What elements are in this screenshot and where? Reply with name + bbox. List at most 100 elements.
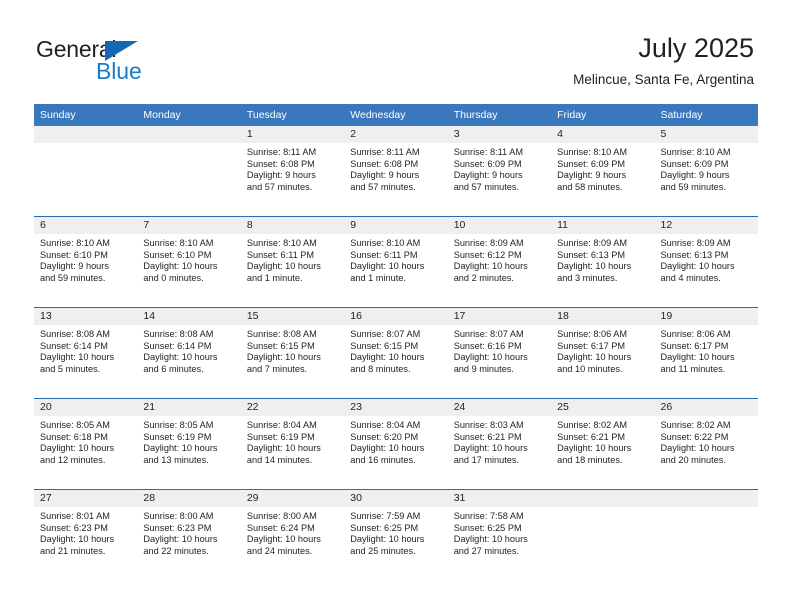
- sunset-time: Sunset: 6:18 PM: [40, 431, 108, 442]
- calendar-empty-cell: [34, 126, 138, 217]
- sunrise-time: Sunrise: 8:05 AM: [40, 420, 110, 430]
- calendar-body: 1 Sunrise: 8:11 AM Sunset: 6:08 PM Daylight…: [34, 126, 758, 580]
- sunset-time: Sunset: 6:19 PM: [246, 431, 315, 442]
- sunset-time: Sunset: 6:14 PM: [40, 340, 108, 351]
- calendar-day-cell[interactable]: 15 Sunrise: 8:08 AM Sunset: 6:15 PM Dayligh…: [240, 307, 345, 399]
- day-cell-inner: 10 Sunrise: 8:09 AM Sunset: 6:12 PM Dayligh…: [447, 217, 552, 307]
- daylight-duration-line1: Daylight: 10 hours: [350, 352, 425, 363]
- daylight-duration-line1: Daylight: 10 hours: [350, 534, 425, 545]
- calendar-day-cell[interactable]: 23 Sunrise: 8:04 AM Sunset: 6:20 PM Dayligh…: [344, 398, 448, 490]
- daylight-duration-line2: and 57 minutes.: [350, 181, 416, 192]
- daylight-duration-line1: Daylight: 10 hours: [557, 352, 632, 363]
- day-cell-inner: 7 Sunrise: 8:10 AM Sunset: 6:10 PM Daylight…: [137, 217, 241, 307]
- day-number: 19: [654, 308, 758, 325]
- sunrise-time: Sunrise: 8:01 AM: [40, 511, 110, 521]
- daylight-duration-line1: Daylight: 9 hours: [246, 170, 316, 181]
- calendar-day-cell[interactable]: 29 Sunrise: 8:00 AM Sunset: 6:24 PM Dayligh…: [240, 489, 345, 580]
- sunset-time: Sunset: 6:21 PM: [453, 431, 522, 442]
- day-number: 25: [551, 399, 655, 416]
- daylight-duration-line1: Daylight: 10 hours: [350, 443, 425, 454]
- calendar-day-cell[interactable]: 7 Sunrise: 8:10 AM Sunset: 6:10 PM Daylight…: [137, 216, 241, 308]
- day-number: 12: [654, 217, 758, 234]
- daylight-duration-line1: Daylight: 9 hours: [453, 170, 523, 181]
- sunset-time: Sunset: 6:22 PM: [660, 431, 729, 442]
- daylight-duration-line2: and 59 minutes.: [660, 181, 726, 192]
- sunset-time: Sunset: 6:09 PM: [453, 158, 522, 169]
- day-details: Sunrise: 8:10 AM Sunset: 6:09 PM Daylight:…: [655, 143, 758, 193]
- day-cell-inner: 15 Sunrise: 8:08 AM Sunset: 6:15 PM Dayligh…: [240, 308, 345, 398]
- calendar-day-cell[interactable]: 27 Sunrise: 8:01 AM Sunset: 6:23 PM Dayligh…: [34, 489, 138, 580]
- calendar-day-cell[interactable]: 26 Sunrise: 8:02 AM Sunset: 6:22 PM Dayligh…: [654, 398, 758, 490]
- day-cell-inner: 2 Sunrise: 8:11 AM Sunset: 6:08 PM Daylight…: [344, 126, 448, 216]
- calendar-day-cell[interactable]: 5 Sunrise: 8:10 AM Sunset: 6:09 PM Daylight…: [654, 126, 758, 217]
- calendar-day-cell[interactable]: 20 Sunrise: 8:05 AM Sunset: 6:18 PM Dayligh…: [34, 398, 138, 490]
- day-cell-inner: 5 Sunrise: 8:10 AM Sunset: 6:09 PM Daylight…: [654, 126, 758, 216]
- sunset-time: Sunset: 6:09 PM: [660, 158, 729, 169]
- calendar-day-cell[interactable]: 3 Sunrise: 8:11 AM Sunset: 6:09 PM Daylight…: [447, 126, 552, 217]
- sunrise-time: Sunrise: 8:02 AM: [660, 420, 731, 430]
- weekday-header-saturday: Saturday: [654, 104, 758, 126]
- calendar-day-cell[interactable]: 30 Sunrise: 7:59 AM Sunset: 6:25 PM Dayligh…: [344, 489, 448, 580]
- calendar-day-cell[interactable]: 16 Sunrise: 8:07 AM Sunset: 6:15 PM Dayligh…: [344, 307, 448, 399]
- day-cell-inner: 20 Sunrise: 8:05 AM Sunset: 6:18 PM Dayligh…: [34, 399, 138, 489]
- day-cell-inner: 27 Sunrise: 8:01 AM Sunset: 6:23 PM Dayligh…: [34, 490, 138, 580]
- day-details: Sunrise: 8:05 AM Sunset: 6:19 PM Daylight:…: [137, 416, 240, 466]
- day-cell-inner: 6 Sunrise: 8:10 AM Sunset: 6:10 PM Daylight…: [34, 217, 138, 307]
- page-header: General Blue July 2025 Melincue, Santa F…: [0, 0, 792, 104]
- general-blue-logo: General Blue: [36, 36, 276, 90]
- day-details: Sunrise: 8:01 AM Sunset: 6:23 PM Daylight:…: [34, 507, 137, 557]
- calendar-day-cell[interactable]: 14 Sunrise: 8:08 AM Sunset: 6:14 PM Dayligh…: [137, 307, 241, 399]
- day-details: Sunrise: 8:10 AM Sunset: 6:11 PM Daylight:…: [241, 234, 344, 284]
- day-cell-inner: 14 Sunrise: 8:08 AM Sunset: 6:14 PM Dayligh…: [137, 308, 241, 398]
- calendar-day-cell[interactable]: 2 Sunrise: 8:11 AM Sunset: 6:08 PM Daylight…: [344, 126, 448, 217]
- daylight-duration-line1: Daylight: 10 hours: [246, 443, 321, 454]
- calendar-day-cell[interactable]: 25 Sunrise: 8:02 AM Sunset: 6:21 PM Dayligh…: [551, 398, 655, 490]
- daylight-duration-line2: and 5 minutes.: [40, 363, 101, 374]
- daylight-duration-line2: and 57 minutes.: [246, 181, 313, 192]
- day-cell-inner: 3 Sunrise: 8:11 AM Sunset: 6:09 PM Daylight…: [447, 126, 552, 216]
- sunrise-time: Sunrise: 8:08 AM: [246, 329, 317, 339]
- day-number: 7: [137, 217, 241, 234]
- calendar-day-cell[interactable]: 31 Sunrise: 7:58 AM Sunset: 6:25 PM Dayligh…: [447, 489, 552, 580]
- day-number: 1: [240, 126, 345, 143]
- sunset-time: Sunset: 6:11 PM: [246, 249, 315, 260]
- sunrise-time: Sunrise: 8:10 AM: [246, 238, 317, 248]
- daylight-duration-line2: and 11 minutes.: [660, 363, 726, 374]
- calendar-day-cell[interactable]: 21 Sunrise: 8:05 AM Sunset: 6:19 PM Dayligh…: [137, 398, 241, 490]
- calendar-day-cell[interactable]: 10 Sunrise: 8:09 AM Sunset: 6:12 PM Dayligh…: [447, 216, 552, 308]
- day-number: 10: [447, 217, 552, 234]
- calendar-day-cell[interactable]: 9 Sunrise: 8:10 AM Sunset: 6:11 PM Daylight…: [344, 216, 448, 308]
- day-number: 13: [34, 308, 138, 325]
- weekday-header-sunday: Sunday: [34, 104, 138, 126]
- calendar-day-cell[interactable]: 24 Sunrise: 8:03 AM Sunset: 6:21 PM Dayligh…: [447, 398, 552, 490]
- daylight-duration-line2: and 21 minutes.: [40, 545, 106, 556]
- day-number: 18: [551, 308, 655, 325]
- calendar-day-cell[interactable]: 6 Sunrise: 8:10 AM Sunset: 6:10 PM Daylight…: [34, 216, 138, 308]
- calendar-day-cell[interactable]: 19 Sunrise: 8:06 AM Sunset: 6:17 PM Dayligh…: [654, 307, 758, 399]
- calendar-week-row: 27 Sunrise: 8:01 AM Sunset: 6:23 PM Dayligh…: [34, 489, 758, 580]
- day-cell-inner: 22 Sunrise: 8:04 AM Sunset: 6:19 PM Dayligh…: [240, 399, 345, 489]
- calendar-day-cell[interactable]: 8 Sunrise: 8:10 AM Sunset: 6:11 PM Daylight…: [240, 216, 345, 308]
- calendar-day-cell[interactable]: 22 Sunrise: 8:04 AM Sunset: 6:19 PM Dayligh…: [240, 398, 345, 490]
- daylight-duration-line1: Daylight: 10 hours: [143, 534, 218, 545]
- daylight-duration-line1: Daylight: 9 hours: [557, 170, 627, 181]
- calendar-day-cell[interactable]: 18 Sunrise: 8:06 AM Sunset: 6:17 PM Dayligh…: [551, 307, 655, 399]
- sunrise-time: Sunrise: 8:04 AM: [246, 420, 317, 430]
- calendar-day-cell[interactable]: 28 Sunrise: 8:00 AM Sunset: 6:23 PM Dayligh…: [137, 489, 241, 580]
- day-cell-inner: [654, 490, 758, 580]
- sunrise-time: Sunrise: 8:03 AM: [453, 420, 524, 430]
- daylight-duration-line2: and 59 minutes.: [40, 272, 106, 283]
- calendar-day-cell[interactable]: 4 Sunrise: 8:10 AM Sunset: 6:09 PM Daylight…: [551, 126, 655, 217]
- daylight-duration-line1: Daylight: 10 hours: [660, 261, 735, 272]
- calendar-day-cell[interactable]: 12 Sunrise: 8:09 AM Sunset: 6:13 PM Dayligh…: [654, 216, 758, 308]
- calendar-day-cell[interactable]: 17 Sunrise: 8:07 AM Sunset: 6:16 PM Dayligh…: [447, 307, 552, 399]
- sunrise-time: Sunrise: 8:10 AM: [557, 147, 628, 157]
- calendar-day-cell[interactable]: 13 Sunrise: 8:08 AM Sunset: 6:14 PM Dayligh…: [34, 307, 138, 399]
- calendar-day-cell[interactable]: 11 Sunrise: 8:09 AM Sunset: 6:13 PM Dayligh…: [551, 216, 655, 308]
- sunset-time: Sunset: 6:13 PM: [660, 249, 729, 260]
- sunrise-time: Sunrise: 7:59 AM: [350, 511, 421, 521]
- day-details: Sunrise: 8:06 AM Sunset: 6:17 PM Daylight:…: [551, 325, 654, 375]
- sunset-time: Sunset: 6:23 PM: [40, 522, 108, 533]
- calendar-day-cell[interactable]: 1 Sunrise: 8:11 AM Sunset: 6:08 PM Daylight…: [240, 126, 345, 217]
- daylight-duration-line2: and 12 minutes.: [40, 454, 106, 465]
